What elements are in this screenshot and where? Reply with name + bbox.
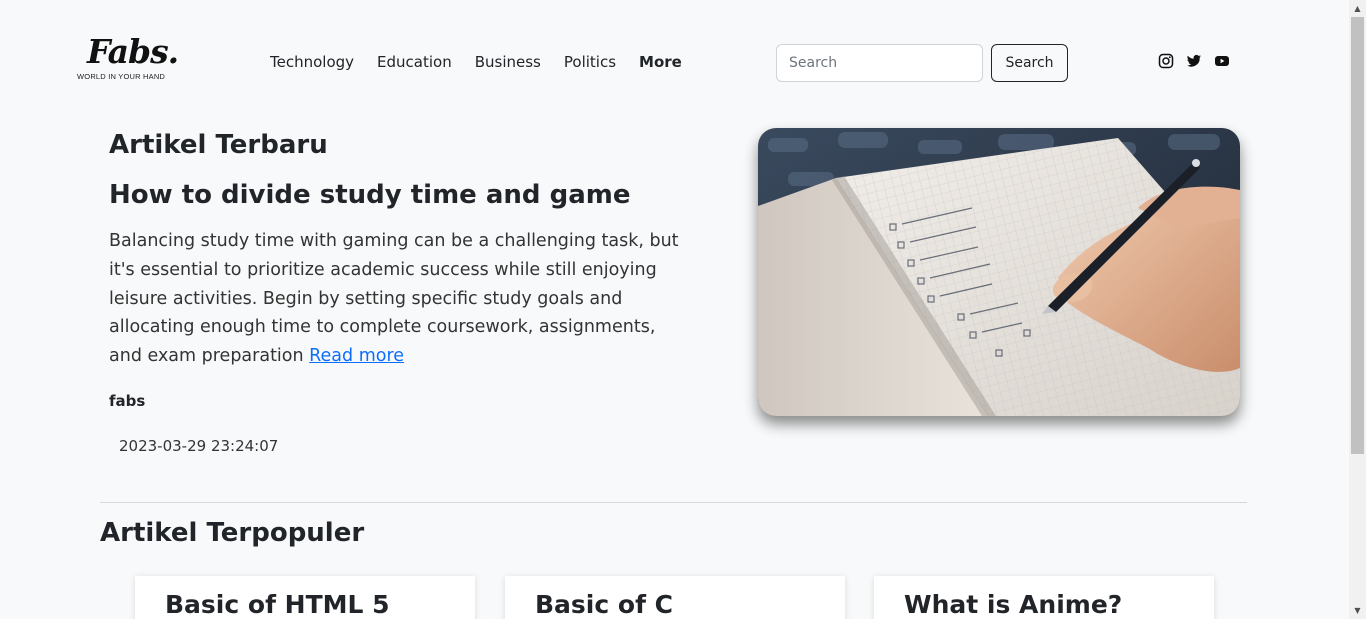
search-input[interactable] bbox=[776, 44, 983, 82]
search-button[interactable]: Search bbox=[991, 44, 1068, 82]
youtube-icon[interactable] bbox=[1214, 53, 1230, 69]
article-excerpt: Balancing study time with gaming can be … bbox=[109, 227, 679, 371]
article-date: 2023-03-29 23:24:07 bbox=[119, 437, 279, 455]
popular-card[interactable]: Basic of C bbox=[505, 576, 845, 619]
latest-section-title: Artikel Terbaru bbox=[109, 130, 328, 160]
brand-tagline: WORLD IN YOUR HAND bbox=[77, 72, 166, 81]
scroll-down-arrow-icon[interactable]: ▼ bbox=[1349, 602, 1366, 619]
scrollbar-thumb[interactable] bbox=[1351, 17, 1364, 454]
twitter-icon[interactable] bbox=[1186, 53, 1202, 69]
main-nav: Technology Education Business Politics M… bbox=[270, 52, 705, 72]
popular-section-title: Artikel Terpopuler bbox=[100, 518, 365, 548]
nav-education[interactable]: Education bbox=[377, 52, 452, 72]
social-links bbox=[1158, 53, 1230, 69]
nav-politics[interactable]: Politics bbox=[564, 52, 616, 72]
nav-business[interactable]: Business bbox=[475, 52, 541, 72]
article-author: fabs bbox=[109, 392, 146, 410]
article-title[interactable]: How to divide study time and game bbox=[109, 180, 630, 210]
instagram-icon[interactable] bbox=[1158, 53, 1174, 69]
popular-card-title[interactable]: What is Anime? bbox=[904, 590, 1122, 619]
popular-card-title[interactable]: Basic of C bbox=[535, 590, 673, 619]
popular-card[interactable]: What is Anime? bbox=[874, 576, 1214, 619]
popular-card-title[interactable]: Basic of HTML 5 bbox=[165, 590, 390, 619]
nav-technology[interactable]: Technology bbox=[270, 52, 354, 72]
scroll-up-arrow-icon[interactable]: ▲ bbox=[1349, 0, 1366, 17]
article-image[interactable] bbox=[758, 128, 1240, 416]
brand-logo[interactable]: Fabs. WORLD IN YOUR HAND bbox=[77, 32, 179, 84]
nav-more[interactable]: More bbox=[639, 52, 682, 72]
brand-name: Fabs. bbox=[87, 32, 179, 71]
section-divider bbox=[100, 502, 1247, 503]
read-more-link[interactable]: Read more bbox=[309, 346, 404, 366]
popular-card[interactable]: Basic of HTML 5 bbox=[135, 576, 475, 619]
page: Fabs. WORLD IN YOUR HAND Technology Educ… bbox=[0, 0, 1349, 619]
page-scrollbar[interactable]: ▲ ▼ bbox=[1349, 0, 1366, 619]
